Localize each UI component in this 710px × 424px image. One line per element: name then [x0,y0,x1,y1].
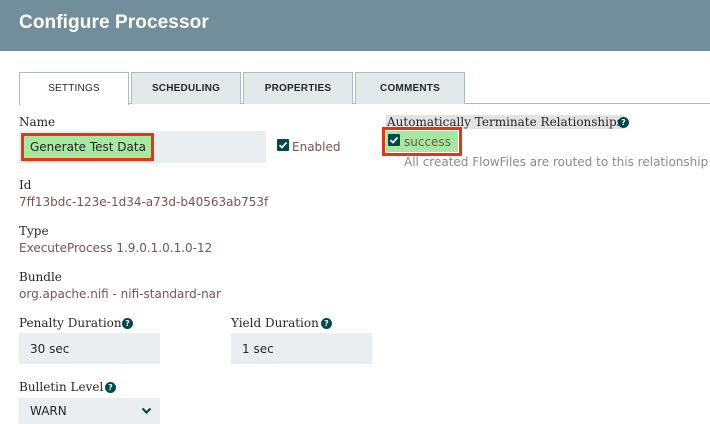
penalty-duration-input[interactable]: 30 sec [19,333,160,364]
type-value: ExecuteProcess 1.9.0.1.0.1.0-12 [19,241,213,255]
id-label: Id [19,178,32,192]
id-value: 7ff13bdc-123e-1d34-a73d-b40563ab753f [19,195,269,209]
tab-settings[interactable]: SETTINGS [19,72,129,105]
check-icon [278,141,288,149]
tab-bar: SETTINGS SCHEDULING PROPERTIES COMMENTS [19,72,710,105]
success-label[interactable]: success [404,135,451,149]
tab-scheduling[interactable]: SCHEDULING [131,72,241,104]
type-label: Type [19,224,49,238]
penalty-duration-label: Penalty Duration [19,316,122,330]
dialog-header: Configure Processor [0,0,710,51]
bundle-label: Bundle [19,270,62,284]
help-icon[interactable]: ? [321,318,332,329]
bulletin-level-select[interactable]: WARN [19,398,160,424]
bundle-value: org.apache.nifi - nifi-standard-nar [19,287,221,301]
yield-duration-input[interactable]: 1 sec [231,333,372,364]
name-label: Name [19,115,56,129]
help-icon[interactable]: ? [618,117,629,128]
help-icon[interactable]: ? [122,318,133,329]
enabled-checkbox[interactable] [277,139,289,151]
check-icon [389,136,399,144]
bulletin-level-value: WARN [30,404,67,418]
help-icon[interactable]: ? [105,382,116,393]
success-checkbox[interactable] [388,134,400,146]
yield-duration-label: Yield Duration [231,316,319,330]
tab-comments[interactable]: COMMENTS [355,72,465,104]
success-description: All created FlowFiles are routed to this… [404,155,709,169]
enabled-label: Enabled [292,140,341,154]
bulletin-level-label: Bulletin Level [19,380,104,394]
name-value[interactable]: Generate Test Data [30,140,146,154]
tab-properties[interactable]: PROPERTIES [243,72,353,104]
chevron-down-icon [141,407,152,415]
dialog-title: Configure Processor [19,12,209,33]
